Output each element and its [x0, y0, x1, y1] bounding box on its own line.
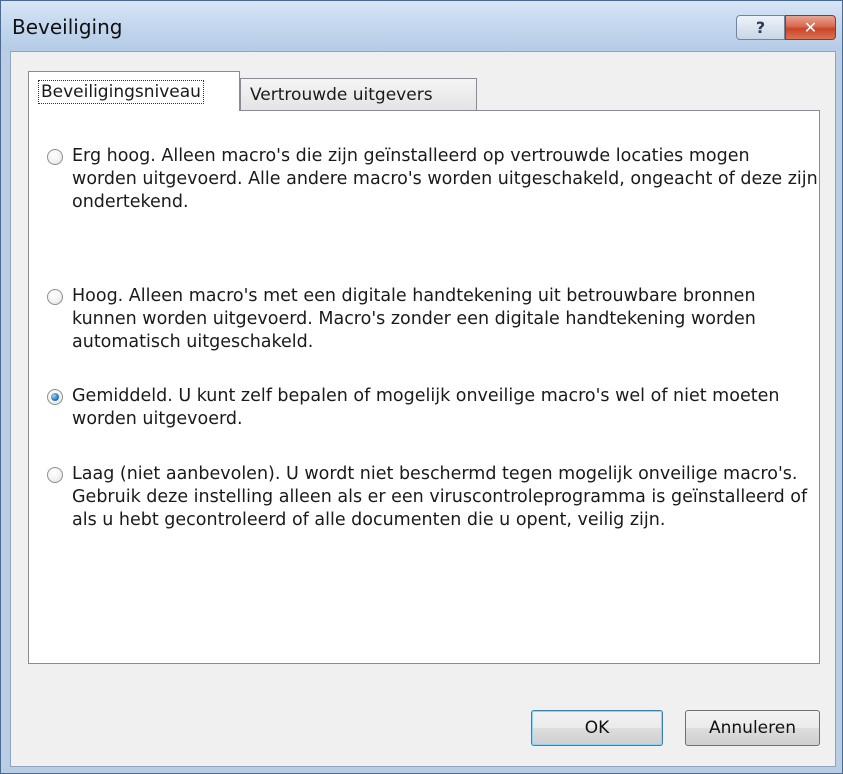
dialog-body: Beveiligingsniveau Vertrouwde uitgevers …: [10, 51, 836, 767]
ok-button[interactable]: OK: [531, 710, 663, 746]
option-label: Laag (niet aanbevolen). U wordt niet bes…: [72, 464, 808, 530]
option-laag[interactable]: Laag (niet aanbevolen). U wordt niet bes…: [47, 463, 819, 532]
close-button[interactable]: ✕: [785, 15, 836, 40]
option-label: Gemiddeld. U kunt zelf bepalen of mogeli…: [72, 386, 780, 429]
tab-label: Vertrouwde uitgevers: [250, 85, 433, 105]
title-bar[interactable]: Beveiliging ? ✕: [1, 1, 842, 51]
help-button[interactable]: ?: [736, 15, 785, 40]
tab-label: Beveiligingsniveau: [38, 79, 204, 104]
dialog-title: Beveiliging: [12, 15, 123, 39]
option-erg-hoog[interactable]: Erg hoog. Alleen macro's die zijn geïnst…: [47, 145, 819, 214]
help-icon: ?: [755, 18, 766, 37]
option-label: Hoog. Alleen macro's met een digitale ha…: [72, 286, 756, 352]
radio-gemiddeld[interactable]: [47, 389, 63, 405]
option-label: Erg hoog. Alleen macro's die zijn geïnst…: [72, 146, 818, 212]
tab-beveiligingsniveau[interactable]: Beveiligingsniveau: [28, 71, 240, 111]
radio-laag[interactable]: [47, 467, 63, 483]
security-level-panel: Erg hoog. Alleen macro's die zijn geïnst…: [28, 110, 820, 664]
radio-erg-hoog[interactable]: [47, 149, 63, 165]
option-gemiddeld[interactable]: Gemiddeld. U kunt zelf bepalen of mogeli…: [47, 385, 819, 431]
dialog-window: Beveiliging ? ✕ Beveiligingsniveau Vertr…: [0, 0, 843, 774]
cancel-button[interactable]: Annuleren: [685, 710, 820, 746]
option-hoog[interactable]: Hoog. Alleen macro's met een digitale ha…: [47, 285, 819, 354]
close-icon: ✕: [803, 18, 818, 37]
radio-hoog[interactable]: [47, 289, 63, 305]
tab-vertrouwde-uitgevers[interactable]: Vertrouwde uitgevers: [240, 78, 477, 111]
